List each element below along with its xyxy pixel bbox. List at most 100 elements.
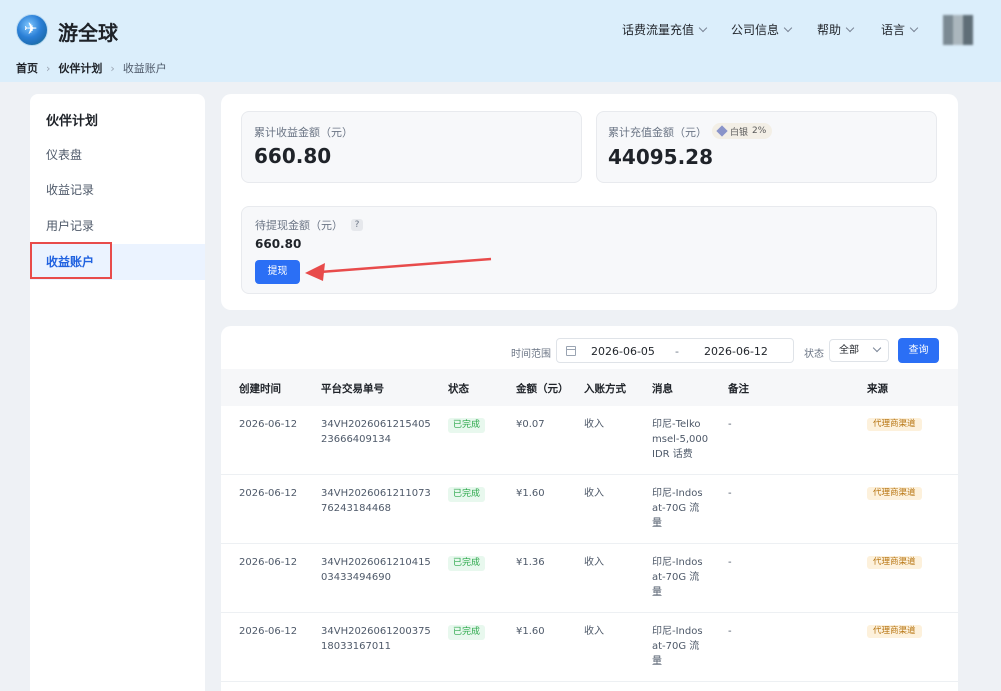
cell-message: 印尼-Indos at-70G 流 量 xyxy=(652,486,703,531)
date-separator: - xyxy=(675,345,679,358)
calendar-icon xyxy=(566,346,576,356)
cell-message-line: 量 xyxy=(652,656,662,667)
column-header-created: 创建时间 xyxy=(239,383,281,395)
breadcrumb-current: 收益账户 xyxy=(122,62,167,75)
date-range-picker[interactable]: 2026-06-05 - 2026-06-12 xyxy=(556,338,794,363)
column-header-status: 状态 xyxy=(448,383,469,395)
cell-amount: ¥1.60 xyxy=(516,626,545,637)
cell-method: 收入 xyxy=(584,626,604,637)
cell-order-no[interactable]: 34VH2026061211073 76243184468 xyxy=(321,486,431,516)
pending-label: 待提现金额（元） xyxy=(255,219,343,232)
nav-help-menu[interactable]: 帮助 xyxy=(817,21,855,38)
cell-amount: ¥1.36 xyxy=(516,557,545,568)
query-button[interactable]: 查询 xyxy=(898,338,939,363)
cell-order-no-line: 03433494690 xyxy=(321,572,391,583)
withdraw-button[interactable]: 提现 xyxy=(255,260,300,284)
pending-label-row: 待提现金额（元） ? xyxy=(255,217,363,233)
status-select-value: 全部 xyxy=(839,345,859,356)
pending-withdraw-stat: 待提现金额（元） ? 660.80 提现 xyxy=(241,206,937,294)
nav-recharge-menu[interactable]: 话费流量充值 xyxy=(622,21,708,38)
nav-help-label: 帮助 xyxy=(817,23,842,37)
cell-order-no-line: 23666409134 xyxy=(321,434,391,445)
annotation-highlight-box xyxy=(30,242,112,279)
cell-order-no[interactable]: 34VH2026061215405 23666409134 xyxy=(321,417,431,447)
pending-value: 660.80 xyxy=(255,237,302,251)
total-recharge-label: 累计充值金额（元） xyxy=(608,126,707,139)
help-icon[interactable]: ? xyxy=(351,219,363,231)
cell-method: 收入 xyxy=(584,488,604,499)
sidebar-title: 伙伴计划 xyxy=(46,114,99,129)
nav-language-label: 语言 xyxy=(881,23,906,37)
cell-amount: ¥0.07 xyxy=(516,419,545,430)
cell-order-no-line: 34VH2026061211073 xyxy=(321,488,431,499)
time-range-label: 时间范围 xyxy=(511,349,551,360)
cell-order-no-line: 34VH2026061210415 xyxy=(321,557,431,568)
sidebar-item-dashboard[interactable]: 仪表盘 xyxy=(30,137,205,173)
cell-order-no-line: 76243184468 xyxy=(321,503,391,514)
status-badge: 已完成 xyxy=(448,556,486,571)
total-income-stat: 累计收益金额（元） 660.80 xyxy=(241,111,582,183)
nav-company-label: 公司信息 xyxy=(731,23,780,37)
cell-order-no-line: 34VH2026061200375 xyxy=(321,626,431,637)
cell-message-line: 印尼-Indos xyxy=(652,626,703,637)
sidebar-item-income-records[interactable]: 收益记录 xyxy=(30,172,205,208)
sidebar-item-user-records[interactable]: 用户记录 xyxy=(30,208,205,244)
chevron-right-icon: › xyxy=(110,61,115,75)
chevron-down-icon xyxy=(845,23,855,33)
chevron-right-icon: › xyxy=(46,61,51,75)
cell-method: 收入 xyxy=(584,419,604,430)
cell-message-line: 印尼-Indos xyxy=(652,488,703,499)
cell-message-line: 印尼-Telko xyxy=(652,419,701,430)
source-badge: 代理商渠道 xyxy=(867,625,922,638)
cell-message: 印尼-Indos at-70G 流 量 xyxy=(652,624,703,669)
column-header-note: 备注 xyxy=(728,383,749,395)
status-select[interactable]: 全部 xyxy=(829,339,889,362)
column-header-message: 消息 xyxy=(652,383,673,395)
cell-order-no[interactable]: 34VH2026061200375 18033167011 xyxy=(321,624,431,654)
chevron-down-icon xyxy=(783,23,793,33)
start-date[interactable]: 2026-06-05 xyxy=(591,345,655,358)
status-badge: 已完成 xyxy=(448,487,486,502)
brand-name[interactable]: 游全球 xyxy=(58,17,118,46)
cell-note: - xyxy=(728,488,732,499)
cell-method: 收入 xyxy=(584,557,604,568)
column-header-source: 来源 xyxy=(867,383,888,395)
level-badge-name: 白银 xyxy=(730,127,749,138)
cell-created: 2026-06-12 xyxy=(239,557,298,568)
cell-amount: ¥1.60 xyxy=(516,488,545,499)
cell-message-line: IDR 话费 xyxy=(652,449,693,460)
top-header: 游全球 话费流量充值 公司信息 帮助 语言 首页 › 伙伴计划 › 收益账户 xyxy=(0,0,1001,82)
nav-company-menu[interactable]: 公司信息 xyxy=(731,21,793,38)
cell-message-line: at-70G 流 xyxy=(652,503,700,514)
chevron-down-icon xyxy=(698,23,708,33)
source-badge: 代理商渠道 xyxy=(867,487,922,500)
source-badge: 代理商渠道 xyxy=(867,418,922,431)
cell-message-line: at-70G 流 xyxy=(652,572,700,583)
cell-note: - xyxy=(728,419,732,430)
cell-created: 2026-06-12 xyxy=(239,488,298,499)
column-header-amount: 金额（元） xyxy=(516,383,569,395)
cell-order-no-line: 34VH2026061215405 xyxy=(321,419,431,430)
cell-order-no[interactable]: 34VH2026061210415 03433494690 xyxy=(321,555,431,585)
breadcrumb-home[interactable]: 首页 xyxy=(16,60,38,76)
status-filter-label: 状态 xyxy=(804,349,824,360)
cell-message: 印尼-Indos at-70G 流 量 xyxy=(652,555,703,600)
total-income-label: 累计收益金额（元） xyxy=(254,126,353,139)
avatar[interactable] xyxy=(943,15,973,45)
end-date[interactable]: 2026-06-12 xyxy=(704,345,768,358)
breadcrumb-partner[interactable]: 伙伴计划 xyxy=(58,60,102,76)
column-header-order-no: 平台交易单号 xyxy=(321,383,384,395)
status-badge: 已完成 xyxy=(448,418,486,433)
cell-message: 印尼-Telko msel-5,000 IDR 话费 xyxy=(652,417,708,462)
cell-created: 2026-06-12 xyxy=(239,626,298,637)
cell-created: 2026-06-12 xyxy=(239,419,298,430)
cell-message-line: msel-5,000 xyxy=(652,434,709,445)
total-recharge-stat: 累计充值金额（元） 44095.28 xyxy=(596,111,937,183)
total-recharge-value: 44095.28 xyxy=(608,145,714,169)
level-badge: 白银 2% xyxy=(712,123,773,139)
breadcrumb: 首页 › 伙伴计划 › 收益账户 xyxy=(16,60,167,76)
logo-globe-icon[interactable] xyxy=(16,14,48,46)
cell-note: - xyxy=(728,626,732,637)
nav-language-menu[interactable]: 语言 xyxy=(881,21,919,38)
chevron-down-icon xyxy=(909,23,919,33)
